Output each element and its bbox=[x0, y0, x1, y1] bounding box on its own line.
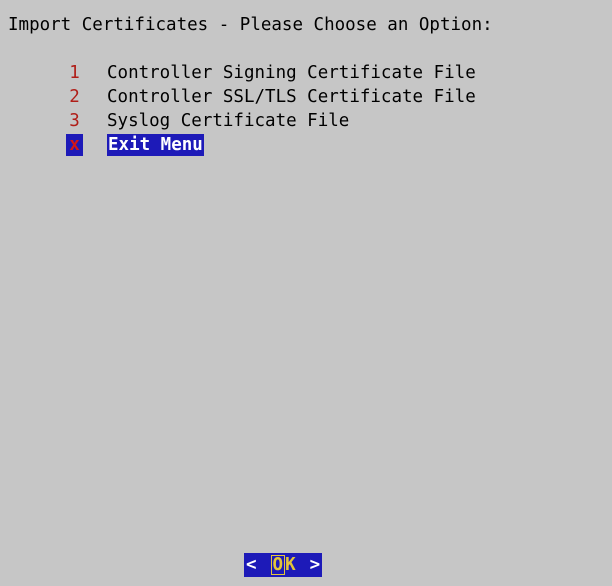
ok-button-hotkey: O bbox=[270, 555, 286, 575]
menu-item-tag: 2 bbox=[69, 87, 80, 107]
dialog-title: Import Certificates - Please Choose an O… bbox=[8, 15, 493, 35]
menu-item-tag: x bbox=[66, 134, 83, 156]
menu-item-label: Exit Menu bbox=[107, 134, 204, 156]
menu-item-tag: 3 bbox=[69, 111, 80, 131]
ok-button[interactable]: < O K > bbox=[244, 553, 323, 577]
menu-item-label: Controller Signing Certificate File bbox=[107, 63, 476, 83]
ok-button-label: K bbox=[285, 555, 296, 575]
menu-list: 1 Controller Signing Certificate File 2 … bbox=[66, 61, 476, 157]
menu-item-label: Syslog Certificate File bbox=[107, 111, 350, 131]
menu-item-tag: 1 bbox=[69, 63, 80, 83]
ok-button-right-bracket: > bbox=[309, 555, 321, 575]
menu-item-label: Controller SSL/TLS Certificate File bbox=[107, 87, 476, 107]
dialog: Import Certificates - Please Choose an O… bbox=[0, 0, 612, 586]
menu-item-syslog[interactable]: 3 Syslog Certificate File bbox=[66, 109, 476, 133]
ok-button-left-bracket: < bbox=[246, 555, 257, 575]
menu-item-exit[interactable]: x Exit Menu bbox=[66, 133, 476, 157]
menu-item-controller-ssl-tls[interactable]: 2 Controller SSL/TLS Certificate File bbox=[66, 85, 476, 109]
menu-item-controller-signing[interactable]: 1 Controller Signing Certificate File bbox=[66, 61, 476, 85]
